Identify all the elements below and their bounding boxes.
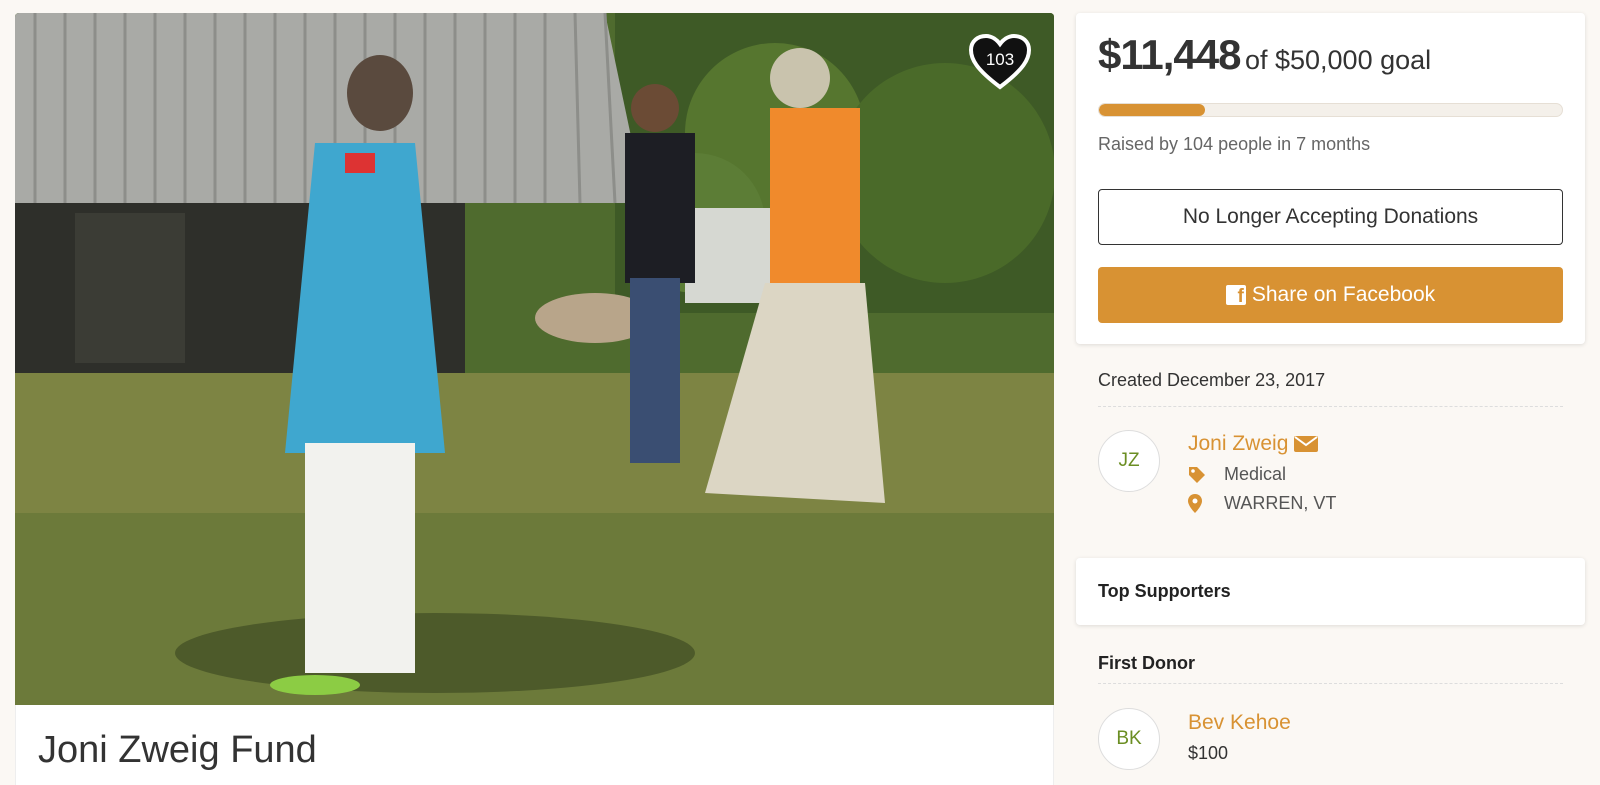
heart-count: 103 [985, 50, 1015, 69]
top-supporters-card: Top Supporters [1076, 558, 1585, 625]
map-marker-icon [1188, 494, 1202, 513]
divider [1098, 683, 1563, 684]
first-donor-heading: First Donor [1098, 653, 1195, 673]
no-longer-accepting-button[interactable]: No Longer Accepting Donations [1098, 189, 1563, 245]
donation-card: $11,448 of $50,000 goal Raised by 104 pe… [1076, 13, 1585, 344]
donor-amount: $100 [1188, 743, 1229, 763]
donor-avatar: BK [1098, 708, 1160, 770]
share-facebook-button[interactable]: f Share on Facebook [1098, 267, 1563, 323]
share-facebook-label: Share on Facebook [1251, 283, 1436, 306]
divider [1098, 406, 1563, 407]
raised-by-text: Raised by 104 people in 7 months [1098, 134, 1371, 154]
envelope-icon[interactable] [1294, 435, 1319, 453]
donor-name: Bev Kehoe [1188, 711, 1291, 734]
campaign-title: Joni Zweig Fund [38, 729, 317, 771]
amount-line: $11,448 of $50,000 goal [1098, 31, 1431, 79]
tag-icon [1189, 466, 1205, 483]
top-supporters-heading: Top Supporters [1098, 581, 1231, 601]
amount-raised: $11,448 [1098, 31, 1242, 78]
created-date: Created December 23, 2017 [1098, 370, 1326, 390]
progress-bar-fill [1099, 104, 1206, 116]
campaign-photo: 103 [15, 13, 1054, 705]
facebook-icon: f [1225, 285, 1246, 307]
organizer-link[interactable]: Joni Zweig [1188, 432, 1319, 456]
category-label[interactable]: Medical [1224, 464, 1286, 485]
progress-bar [1098, 103, 1563, 117]
organizer-avatar[interactable]: JZ [1098, 430, 1160, 492]
location-row: WARREN, VT [1188, 493, 1336, 514]
organizer-name: Joni Zweig [1188, 432, 1289, 455]
amount-goal: of $50,000 goal [1244, 45, 1432, 75]
category-row: Medical [1188, 464, 1286, 485]
campaign-photo-image [15, 13, 1054, 705]
location-label: WARREN, VT [1224, 493, 1337, 513]
campaign-title-card: Joni Zweig Fund [15, 705, 1054, 785]
like-heart-button[interactable]: 103 [968, 33, 1032, 91]
